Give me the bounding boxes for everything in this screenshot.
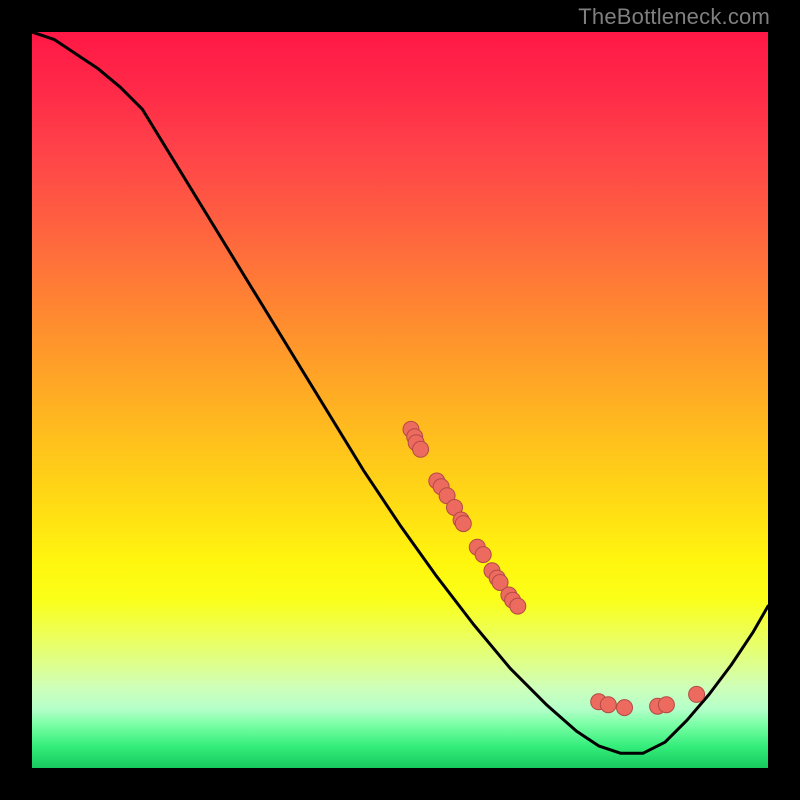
- bottleneck-curve: [32, 32, 768, 753]
- chart-container: TheBottleneck.com: [0, 0, 800, 800]
- scatter-point: [413, 441, 429, 457]
- scatter-point: [658, 697, 674, 713]
- scatter-point: [617, 700, 633, 716]
- x-axis-line: [32, 768, 768, 771]
- scatter-point: [475, 547, 491, 563]
- scatter-point: [689, 686, 705, 702]
- watermark-text: TheBottleneck.com: [578, 4, 770, 30]
- scatter-point: [455, 516, 471, 532]
- scatter-point: [510, 598, 526, 614]
- scatter-point: [600, 697, 616, 713]
- scatter-group: [403, 421, 705, 715]
- chart-svg: [32, 32, 768, 768]
